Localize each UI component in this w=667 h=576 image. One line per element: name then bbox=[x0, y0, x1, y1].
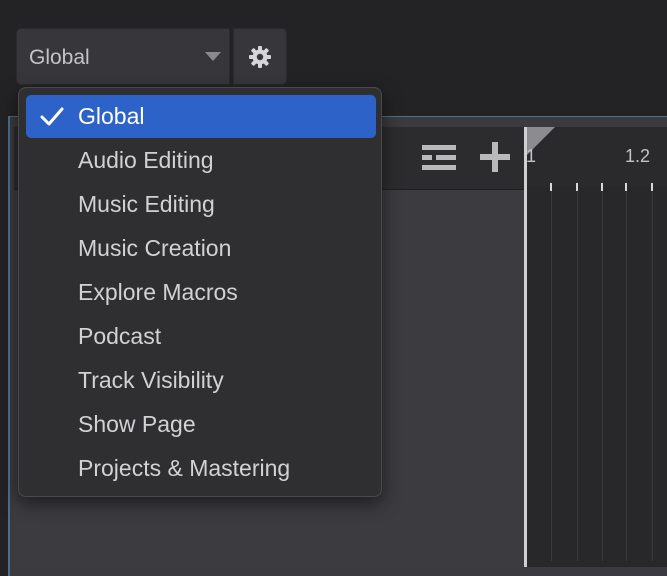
menu-item-global[interactable]: Global bbox=[26, 95, 376, 138]
menu-item-label: Music Editing bbox=[78, 191, 215, 217]
settings-button[interactable] bbox=[233, 28, 287, 85]
menu-item-label: Music Creation bbox=[78, 235, 232, 261]
ruler-label: 1 bbox=[526, 146, 537, 166]
menu-item-projects-mastering[interactable]: Projects & Mastering bbox=[26, 447, 376, 490]
menu-item-music-editing[interactable]: Music Editing bbox=[26, 183, 376, 226]
preset-dropdown-menu: Global Audio Editing Music Editing Music… bbox=[18, 87, 382, 497]
grid-line bbox=[577, 191, 578, 561]
chevron-down-icon bbox=[205, 52, 221, 61]
ruler-tick bbox=[601, 183, 603, 191]
menu-item-label: Track Visibility bbox=[78, 367, 224, 393]
menu-item-podcast[interactable]: Podcast bbox=[26, 315, 376, 358]
menu-item-track-visibility[interactable]: Track Visibility bbox=[26, 359, 376, 402]
timeline-area[interactable] bbox=[527, 127, 667, 567]
menu-item-show-page[interactable]: Show Page bbox=[26, 403, 376, 446]
ruler-tick bbox=[550, 183, 552, 191]
grid-line bbox=[652, 191, 653, 561]
menu-item-label: Podcast bbox=[78, 323, 162, 349]
panel-divider[interactable] bbox=[524, 127, 527, 567]
list-icon[interactable] bbox=[421, 144, 457, 172]
ruler-tick bbox=[576, 183, 578, 191]
menu-item-label: Explore Macros bbox=[78, 279, 238, 305]
checkmark-icon bbox=[40, 107, 64, 126]
plus-icon[interactable] bbox=[478, 140, 512, 174]
menu-item-explore-macros[interactable]: Explore Macros bbox=[26, 271, 376, 314]
grid-line bbox=[602, 191, 603, 561]
grid-line bbox=[626, 191, 627, 561]
grid-line bbox=[551, 191, 552, 561]
menu-item-label: Global bbox=[78, 103, 145, 129]
menu-item-label: Audio Editing bbox=[78, 147, 214, 173]
menu-item-label: Show Page bbox=[78, 411, 196, 437]
preset-select-value: Global bbox=[29, 46, 90, 69]
ruler-label: 1.2 bbox=[625, 146, 651, 166]
menu-item-label: Projects & Mastering bbox=[78, 455, 291, 481]
preset-select[interactable]: Global bbox=[16, 28, 230, 85]
menu-item-audio-editing[interactable]: Audio Editing bbox=[26, 139, 376, 182]
gear-icon bbox=[249, 46, 271, 68]
menu-item-music-creation[interactable]: Music Creation bbox=[26, 227, 376, 270]
ruler-tick bbox=[625, 183, 627, 191]
ruler-tick bbox=[651, 183, 653, 191]
